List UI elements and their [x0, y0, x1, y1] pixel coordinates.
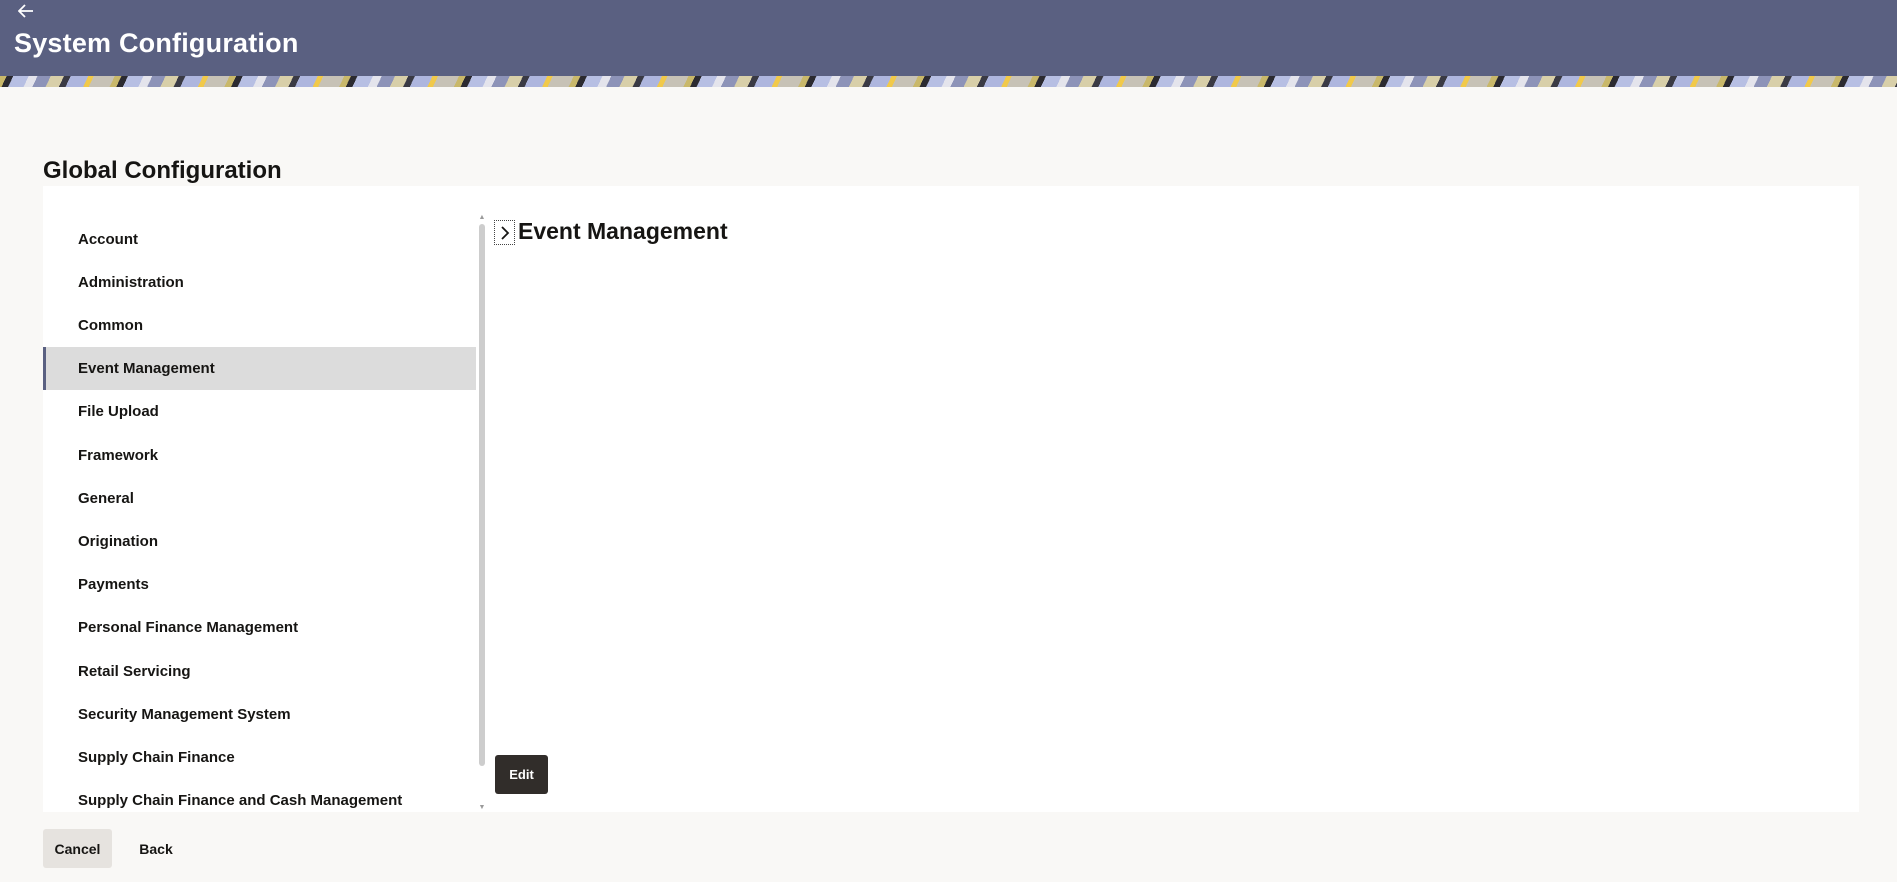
chevron-right-icon[interactable]: [494, 220, 515, 245]
page-title: System Configuration: [14, 28, 299, 58]
arrow-left-icon[interactable]: [17, 2, 42, 22]
header-banner-pattern: [0, 76, 1897, 87]
nav-item-account[interactable]: Account: [43, 218, 476, 261]
back-button[interactable]: Back: [122, 829, 190, 868]
nav-item-security-management-system[interactable]: Security Management System: [43, 693, 476, 736]
nav-item-common[interactable]: Common: [43, 304, 476, 347]
nav-item-supply-chain-finance-cash-management[interactable]: Supply Chain Finance and Cash Management: [43, 779, 476, 812]
cancel-button[interactable]: Cancel: [43, 829, 112, 868]
nav-item-label: Account: [78, 231, 138, 248]
nav-item-label: Retail Servicing: [78, 663, 191, 680]
nav-item-label: General: [78, 490, 134, 507]
nav-item-file-upload[interactable]: File Upload: [43, 390, 476, 433]
nav-item-label: Common: [78, 317, 143, 334]
nav-item-label: Payments: [78, 576, 149, 593]
configuration-nav-list: Account Administration Common Event Mana…: [43, 218, 476, 812]
nav-item-payments[interactable]: Payments: [43, 563, 476, 606]
nav-item-administration[interactable]: Administration: [43, 261, 476, 304]
nav-item-personal-finance-management[interactable]: Personal Finance Management: [43, 606, 476, 649]
nav-item-label: Supply Chain Finance and Cash Management: [78, 792, 403, 809]
nav-item-origination[interactable]: Origination: [43, 520, 476, 563]
section-title: Global Configuration: [43, 157, 282, 184]
nav-item-label: Origination: [78, 533, 158, 550]
page-header: System Configuration: [0, 0, 1897, 76]
nav-item-label: Security Management System: [78, 706, 291, 723]
nav-item-label: Personal Finance Management: [78, 619, 299, 636]
scroll-down-arrow-icon[interactable]: ▼: [478, 804, 486, 812]
scroll-up-arrow-icon[interactable]: ▲: [478, 214, 486, 222]
nav-item-supply-chain-finance[interactable]: Supply Chain Finance: [43, 736, 476, 779]
nav-item-general[interactable]: General: [43, 477, 476, 520]
nav-item-label: Supply Chain Finance: [78, 749, 235, 766]
nav-item-event-management[interactable]: Event Management: [43, 347, 476, 390]
nav-item-label: Event Management: [78, 360, 215, 377]
nav-item-retail-servicing[interactable]: Retail Servicing: [43, 650, 476, 693]
scroll-thumb[interactable]: [479, 224, 485, 766]
nav-item-framework[interactable]: Framework: [43, 434, 476, 477]
nav-item-label: Administration: [78, 274, 184, 291]
edit-button[interactable]: Edit: [495, 755, 548, 794]
nav-item-label: File Upload: [78, 403, 159, 420]
content-heading: Event Management: [518, 218, 728, 244]
nav-scrollbar[interactable]: ▲ ▼: [478, 214, 486, 812]
nav-item-label: Framework: [78, 447, 159, 464]
